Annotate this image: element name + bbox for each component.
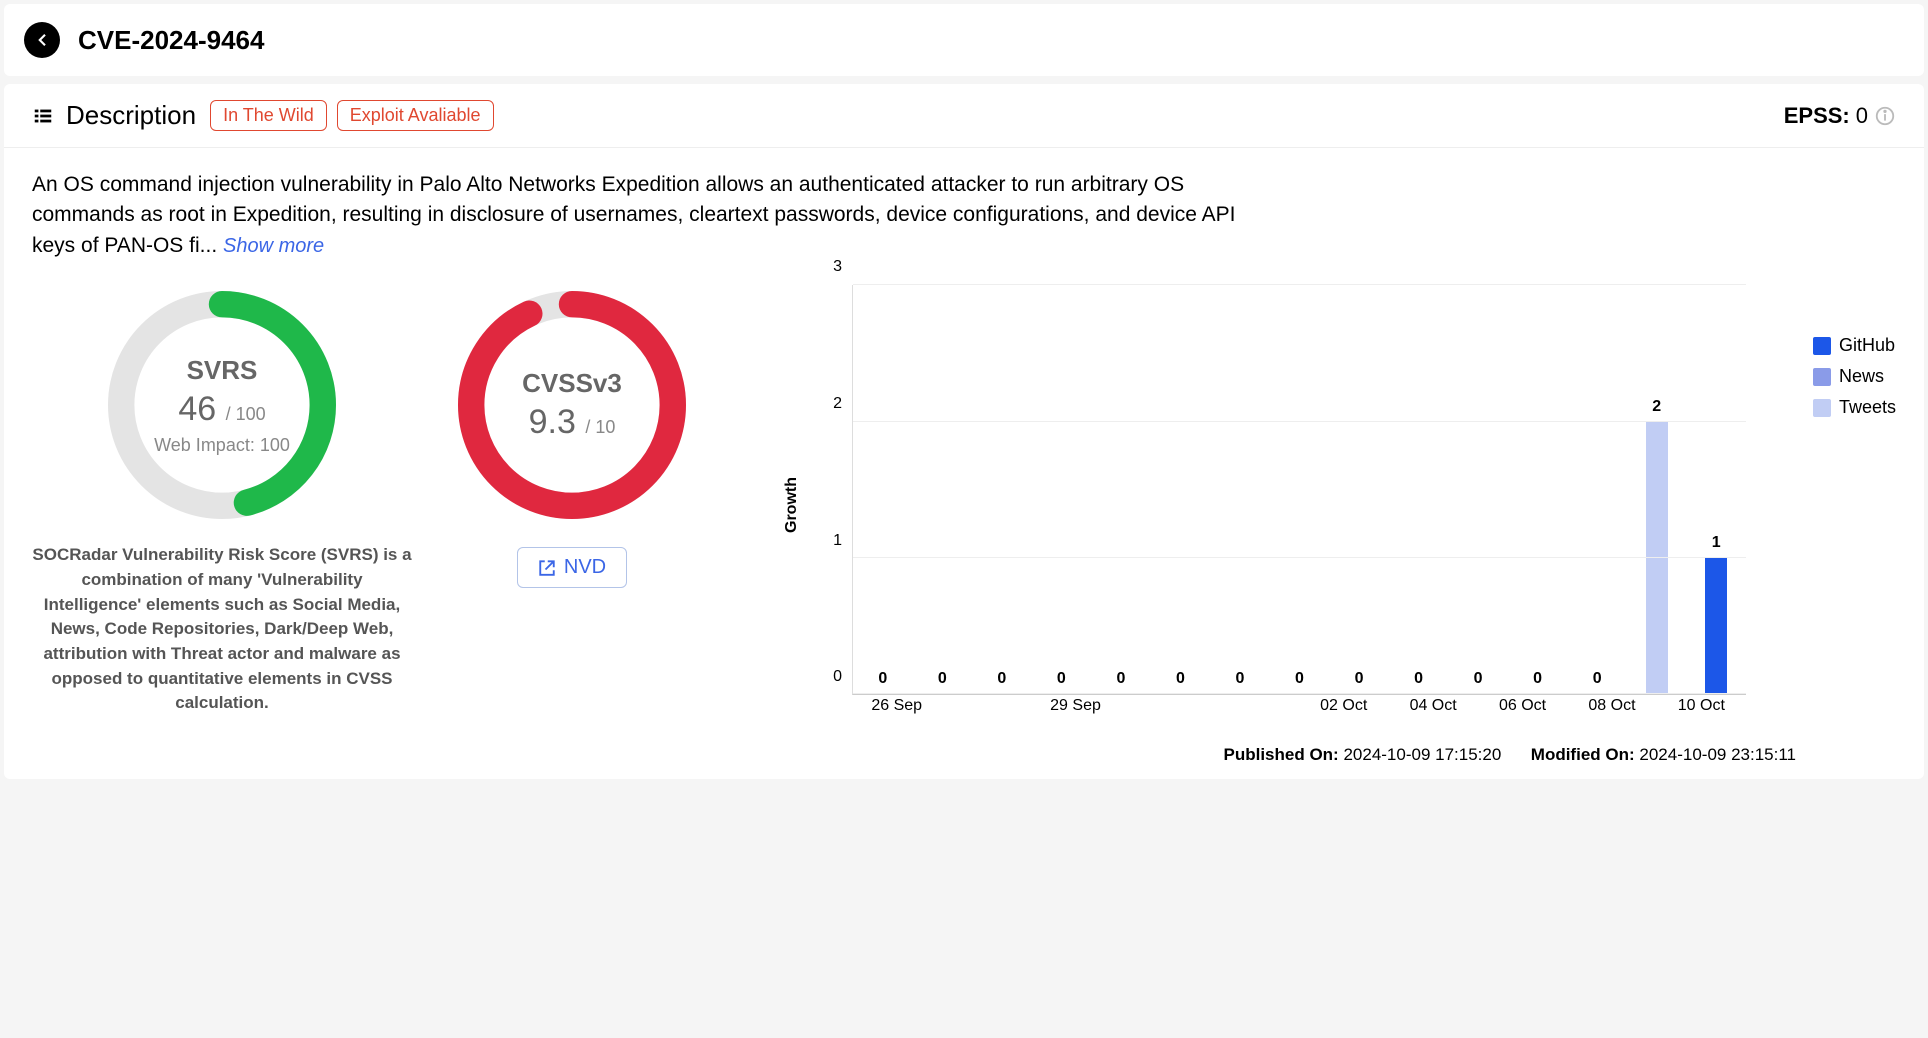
epss-score: EPSS: 0 — [1784, 103, 1896, 129]
legend-item: News — [1813, 366, 1896, 387]
epss-label: EPSS: — [1784, 103, 1850, 129]
svrs-label: SVRS — [187, 355, 258, 386]
description-text: An OS command injection vulnerability in… — [32, 170, 1262, 261]
modified-label: Modified On: — [1531, 745, 1635, 764]
x-tick: 04 Oct — [1388, 697, 1477, 725]
x-tick — [1210, 697, 1299, 725]
epss-value: 0 — [1856, 103, 1868, 129]
x-tick — [1120, 697, 1209, 725]
y-tick: 0 — [833, 668, 842, 686]
section-title: Description — [66, 100, 196, 131]
info-icon[interactable] — [1874, 105, 1896, 127]
x-tick: 10 Oct — [1657, 697, 1746, 725]
chart-y-label: Growth — [783, 477, 801, 533]
bar-group: 0 — [1567, 285, 1627, 694]
bar-group: 0 — [1389, 285, 1449, 694]
nvd-link[interactable]: NVD — [517, 547, 627, 588]
bar-group: 0 — [853, 285, 913, 694]
bar-group: 0 — [972, 285, 1032, 694]
cvss-gauge: CVSSv3 9.3 / 10 — [452, 285, 692, 525]
svrs-sub: Web Impact: 100 — [154, 435, 290, 456]
badge-in-the-wild: In The Wild — [210, 100, 327, 131]
legend-item: GitHub — [1813, 335, 1896, 356]
svrs-description: SOCRadar Vulnerability Risk Score (SVRS)… — [32, 543, 412, 715]
published-value: 2024-10-09 17:15:20 — [1343, 745, 1501, 764]
y-tick: 3 — [833, 258, 842, 276]
bar-group: 1 — [1686, 285, 1746, 694]
external-link-icon — [538, 559, 556, 577]
x-tick: 06 Oct — [1478, 697, 1567, 725]
bar-group: 0 — [1032, 285, 1092, 694]
bar-group: 0 — [1091, 285, 1151, 694]
bar-group: 0 — [1329, 285, 1389, 694]
y-tick: 2 — [833, 395, 842, 413]
chart-legend: GitHub News Tweets — [1813, 335, 1896, 428]
show-more-link[interactable]: Show more — [223, 235, 324, 257]
published-label: Published On: — [1223, 745, 1338, 764]
svrs-gauge: SVRS 46 / 100 Web Impact: 100 — [102, 285, 342, 525]
bar-group: 2 — [1627, 285, 1687, 694]
bar-group: 0 — [1448, 285, 1508, 694]
y-tick: 1 — [833, 532, 842, 550]
legend-item: Tweets — [1813, 397, 1896, 418]
x-tick — [941, 697, 1030, 725]
bar-group: 0 — [1508, 285, 1568, 694]
cvss-label: CVSSv3 — [522, 368, 622, 399]
bar-group: 0 — [1151, 285, 1211, 694]
x-tick: 29 Sep — [1031, 697, 1120, 725]
bar-group: 0 — [1270, 285, 1330, 694]
svrs-value: 46 / 100 — [178, 390, 265, 429]
badge-exploit-available: Exploit Avaliable — [337, 100, 494, 131]
x-tick: 08 Oct — [1567, 697, 1656, 725]
page-title: CVE-2024-9464 — [78, 25, 264, 56]
list-icon — [32, 105, 54, 127]
back-button[interactable] — [24, 22, 60, 58]
arrow-left-icon — [33, 31, 51, 49]
bar-group: 0 — [913, 285, 973, 694]
bar-group: 0 — [1210, 285, 1270, 694]
cvss-value: 9.3 / 10 — [529, 403, 616, 442]
growth-chart: Growth 0123 000000000000021 26 Sep29 Sep… — [732, 285, 1896, 725]
modified-value: 2024-10-09 23:15:11 — [1639, 745, 1796, 764]
x-tick: 02 Oct — [1299, 697, 1388, 725]
x-tick: 26 Sep — [852, 697, 941, 725]
